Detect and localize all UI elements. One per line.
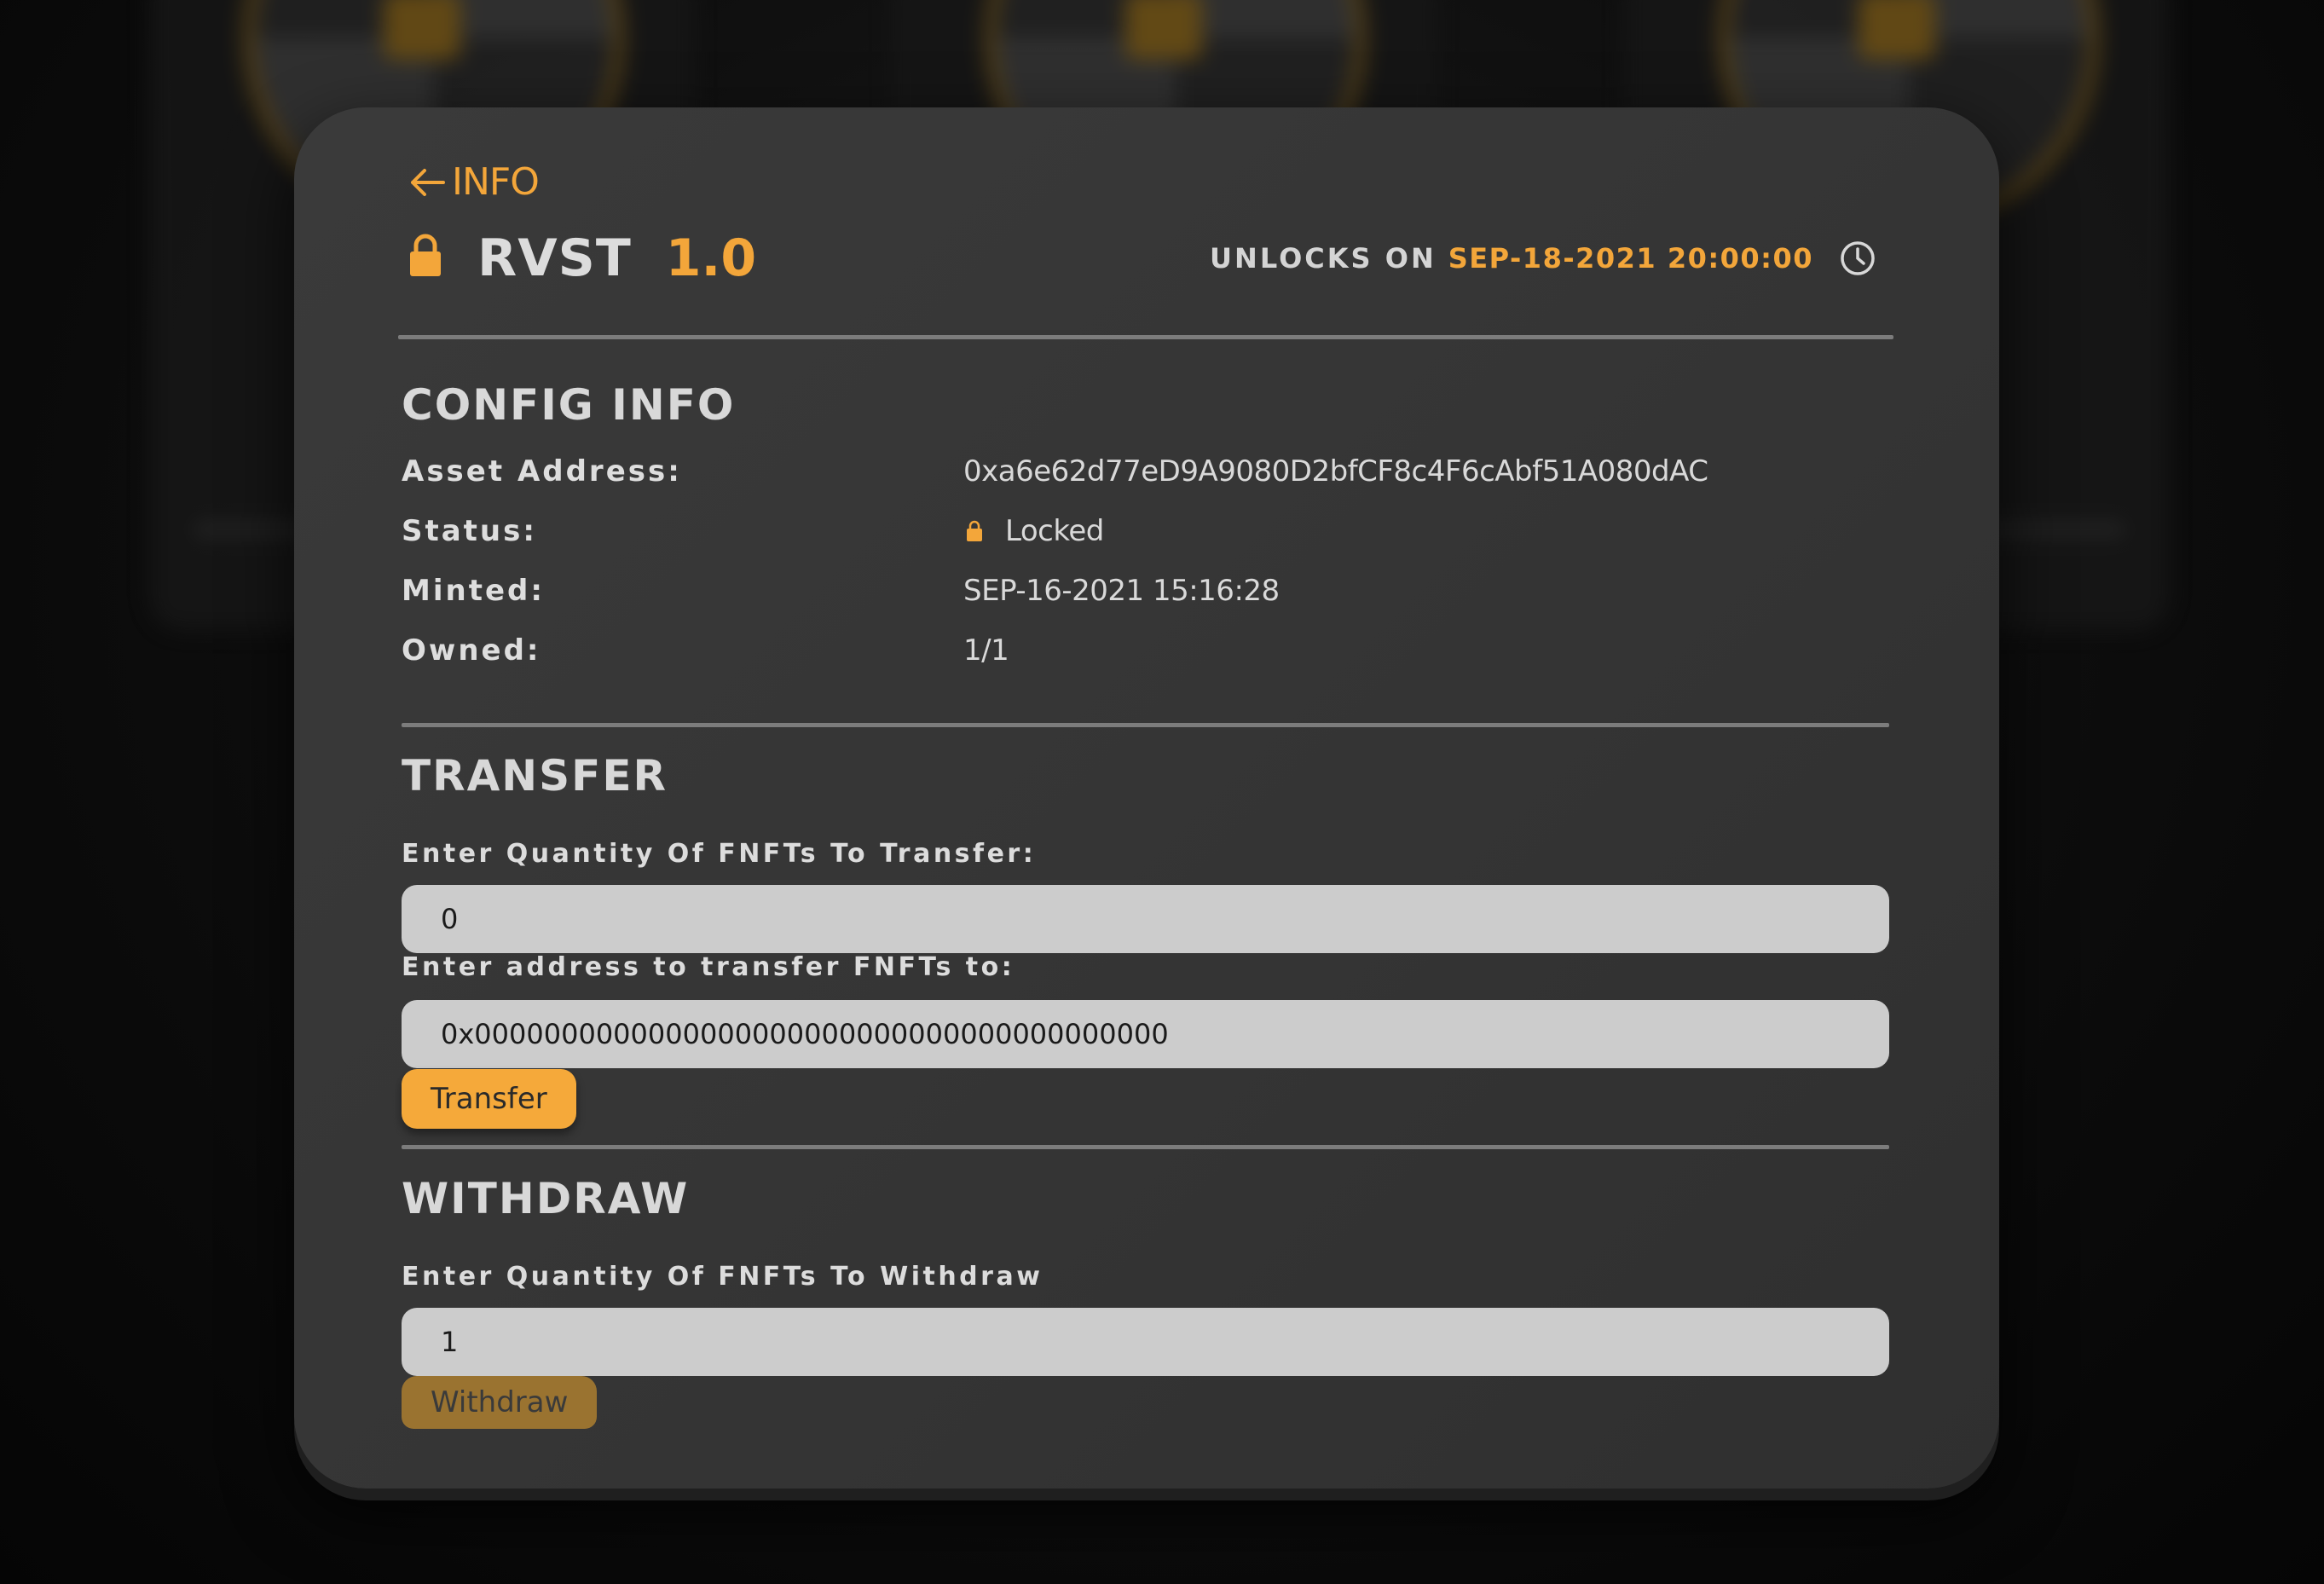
asset-address-text: 0xa6e62d77eD9A9080D2bfCF8c4F6cAbf51A080d… <box>963 454 1708 488</box>
status-label: Status: <box>402 514 537 548</box>
unlock-date: SEP-18-2021 20:00:00 <box>1448 242 1813 275</box>
transfer-quantity-label: Enter Quantity Of FNFTs To Transfer: <box>402 839 1037 869</box>
transfer-address-label: Enter address to transfer FNFTs to: <box>402 952 1015 982</box>
withdraw-quantity-input[interactable] <box>402 1308 1889 1376</box>
withdraw-button[interactable]: Withdraw <box>402 1376 598 1429</box>
status-value: Locked <box>963 514 1104 548</box>
unlock-info: UNLOCKS ON SEP-18-2021 20:00:00 <box>1210 237 1876 280</box>
owned-value: 1/1 <box>963 633 1009 668</box>
minted-label: Minted: <box>402 574 545 608</box>
minted-text: SEP-16-2021 15:16:28 <box>963 574 1280 608</box>
asset-address-value: 0xa6e62d77eD9A9080D2bfCF8c4F6cAbf51A080d… <box>963 454 1708 488</box>
withdraw-quantity-label: Enter Quantity Of FNFTs To Withdraw <box>402 1262 1043 1292</box>
transfer-button[interactable]: Transfer <box>402 1069 576 1129</box>
minted-value: SEP-16-2021 15:16:28 <box>963 574 1280 608</box>
transfer-divider <box>402 1145 1889 1149</box>
token-name: RVST <box>477 228 632 288</box>
clock-icon <box>1839 240 1876 277</box>
back-to-info-link[interactable]: INFO <box>408 160 540 204</box>
unlock-label: UNLOCKS ON <box>1210 242 1437 275</box>
asset-address-label: Asset Address: <box>402 454 682 488</box>
config-divider <box>402 723 1889 727</box>
transfer-heading: TRANSFER <box>402 751 668 801</box>
lock-icon <box>410 234 441 276</box>
status-text: Locked <box>1005 514 1104 548</box>
owned-label: Owned: <box>402 633 541 668</box>
token-version: 1.0 <box>665 228 757 288</box>
transfer-quantity-input[interactable] <box>402 885 1889 953</box>
header-divider <box>398 335 1893 339</box>
config-info-heading: CONFIG INFO <box>402 380 736 430</box>
back-link-label: INFO <box>452 160 540 204</box>
transfer-address-input[interactable] <box>402 1000 1889 1068</box>
token-title: RVST 1.0 <box>408 228 756 288</box>
owned-text: 1/1 <box>963 633 1009 668</box>
background-card-lock <box>384 0 460 60</box>
arrow-left-icon <box>411 168 445 196</box>
withdraw-heading: WITHDRAW <box>402 1174 690 1223</box>
background-card-lock <box>1859 0 1935 60</box>
background-card-lock <box>1125 0 1202 60</box>
lock-icon <box>967 520 982 541</box>
